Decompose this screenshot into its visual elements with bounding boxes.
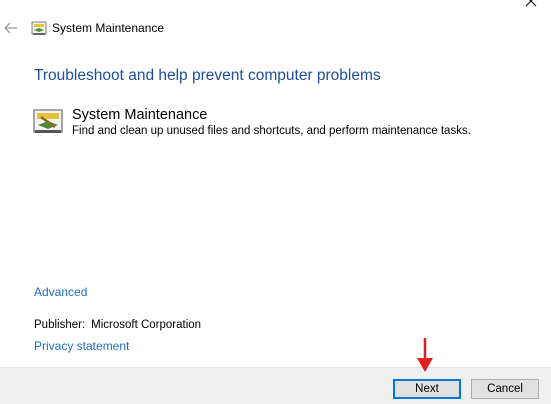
troubleshooter-window: System Maintenance Troubleshoot and help…: [0, 0, 551, 404]
next-button[interactable]: Next: [393, 379, 461, 399]
title-bar: System Maintenance: [0, 18, 551, 40]
back-arrow-icon[interactable]: [3, 20, 19, 36]
troubleshooter-icon: [31, 21, 47, 35]
troubleshooter-item: System Maintenance Find and clean up unu…: [33, 107, 533, 146]
advanced-link[interactable]: Advanced: [34, 285, 87, 299]
publisher-info: Publisher: Microsoft Corporation: [34, 319, 201, 331]
cancel-button[interactable]: Cancel: [471, 379, 539, 399]
publisher-label: Publisher:: [34, 319, 86, 331]
close-icon: [525, 0, 537, 7]
button-bar: Next Cancel: [0, 367, 551, 404]
page-heading: Troubleshoot and help prevent computer p…: [34, 67, 381, 84]
publisher-value: Microsoft Corporation: [91, 319, 202, 331]
close-button[interactable]: [511, 0, 551, 8]
system-maintenance-icon: [33, 109, 63, 133]
item-title: System Maintenance: [72, 107, 208, 123]
red-arrow-icon: [417, 338, 433, 372]
item-description: Find and clean up unused files and short…: [72, 125, 471, 137]
window-title: System Maintenance: [52, 21, 165, 35]
privacy-statement-link[interactable]: Privacy statement: [34, 339, 129, 353]
